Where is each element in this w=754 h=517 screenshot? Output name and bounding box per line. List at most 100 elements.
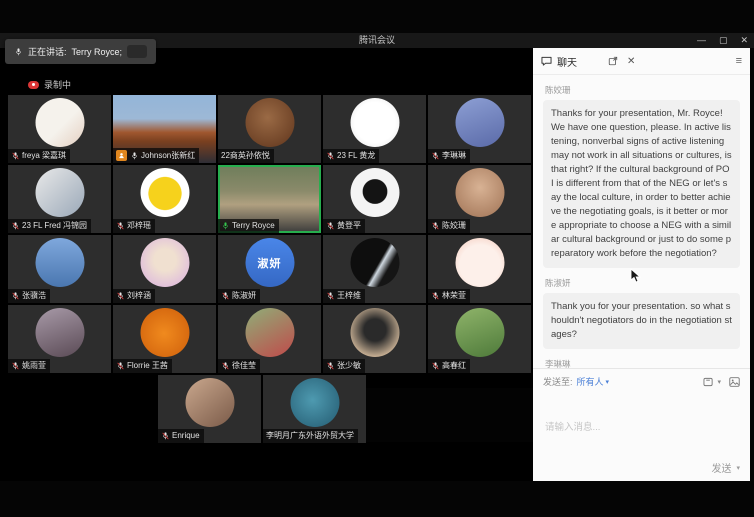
- maximize-icon[interactable]: ▢: [719, 33, 728, 48]
- participant-name-label: Terry Royce: [218, 219, 279, 233]
- participant-tile[interactable]: Enrique: [158, 375, 261, 443]
- participant-grid-bottom-row: Enrique 李明月广东外语外贸大学: [158, 375, 366, 443]
- minimize-icon[interactable]: —: [697, 33, 706, 48]
- mic-status-icon: [326, 151, 335, 161]
- avatar: [455, 308, 504, 357]
- avatar: [35, 238, 84, 287]
- avatar: 淑妍: [245, 238, 294, 287]
- avatar: [455, 98, 504, 147]
- speaking-thumbnail: [127, 45, 147, 58]
- mic-status-icon: [11, 361, 20, 371]
- participant-tile[interactable]: 刘梓涵: [113, 235, 216, 303]
- participant-name-label: 邓梓瑶: [113, 219, 155, 233]
- participant-tile[interactable]: 姚雨萱: [8, 305, 111, 373]
- participant-name-label: 22商英孙依悦: [218, 149, 274, 163]
- window-controls: — ▢ ✕: [697, 33, 748, 48]
- avatar: [35, 98, 84, 147]
- participant-name: Terry Royce: [232, 221, 275, 231]
- participant-tile[interactable]: 黄登平: [323, 165, 426, 233]
- chat-message: 李琳琳 Thanks for your inspiring lecture, P…: [543, 358, 740, 368]
- avatar: [35, 168, 84, 217]
- send-to-row: 发送至: 所有人 ▾ ▾: [543, 375, 740, 388]
- participant-name: 李琳琳: [442, 151, 466, 161]
- send-options-caret-icon[interactable]: ▾: [736, 464, 740, 472]
- participant-name: 姚雨萱: [22, 361, 46, 371]
- mic-status-icon: [221, 291, 230, 301]
- participant-tile[interactable]: 陈姣珊: [428, 165, 531, 233]
- chat-input[interactable]: [543, 395, 740, 460]
- participant-name: 张少敏: [337, 361, 361, 371]
- participant-name-label: 张少敏: [323, 359, 365, 373]
- screenshot-icon[interactable]: [703, 377, 714, 387]
- mic-status-icon: [161, 431, 170, 441]
- send-row: 发送 ▾: [543, 460, 740, 475]
- speaking-indicator: 正在讲话: Terry Royce;: [5, 39, 156, 64]
- chat-header-icons: ✕: [608, 56, 635, 67]
- participant-name-label: Enrique: [158, 429, 204, 443]
- microphone-icon: [14, 47, 23, 57]
- chat-header: 聊天 ✕ ≡: [533, 48, 750, 75]
- recording-indicator: 录制中: [28, 78, 71, 91]
- participant-tile[interactable]: 23 FL 黄龙: [323, 95, 426, 163]
- participant-name: 22商英孙依悦: [221, 151, 270, 161]
- message-sender: 李琳琳: [545, 358, 740, 368]
- avatar: [140, 308, 189, 357]
- menu-icon[interactable]: ≡: [736, 55, 742, 67]
- avatar: [350, 168, 399, 217]
- participant-name-label: 陈姣珊: [428, 219, 470, 233]
- mic-status-icon: [431, 221, 440, 231]
- message-sender: 陈姣珊: [545, 84, 740, 96]
- participant-name: 林荣萱: [442, 291, 466, 301]
- participant-name: Florrie 王茜: [127, 361, 168, 371]
- mic-status-icon: [11, 151, 20, 161]
- avatar: [290, 378, 339, 427]
- mic-status-icon: [116, 221, 125, 231]
- participant-tile[interactable]: 高春红: [428, 305, 531, 373]
- participant-tile[interactable]: 徐佳莹: [218, 305, 321, 373]
- screenshot-caret-icon[interactable]: ▾: [717, 378, 721, 386]
- participant-tile[interactable]: Terry Royce: [218, 165, 321, 233]
- participant-tile[interactable]: 张骥浩: [8, 235, 111, 303]
- popout-icon[interactable]: [608, 56, 618, 66]
- send-button[interactable]: 发送: [711, 460, 731, 475]
- participant-tile[interactable]: freya 梁嘉琪: [8, 95, 111, 163]
- participant-name-label: 高春红: [428, 359, 470, 373]
- mic-status-icon: [130, 151, 139, 161]
- participant-tile[interactable]: 23 FL Fred 冯锦园: [8, 165, 111, 233]
- image-icon[interactable]: [729, 377, 740, 387]
- chat-close-icon[interactable]: ✕: [627, 56, 635, 67]
- participant-tile[interactable]: 邓梓瑶: [113, 165, 216, 233]
- participant-name: 陈淑妍: [232, 291, 256, 301]
- mic-status-icon: [431, 361, 440, 371]
- mic-status-icon: [221, 221, 230, 231]
- recording-label: 录制中: [44, 78, 71, 91]
- avatar: [455, 168, 504, 217]
- participant-tile[interactable]: 22商英孙依悦: [218, 95, 321, 163]
- chat-title: 聊天: [557, 54, 577, 69]
- send-to-selector[interactable]: 所有人 ▾: [577, 375, 610, 388]
- participant-name-label: Florrie 王茜: [113, 359, 172, 373]
- participant-tile[interactable]: Johnson张新红: [113, 95, 216, 163]
- participant-tile[interactable]: 林荣萱: [428, 235, 531, 303]
- participant-name-label: 徐佳莹: [218, 359, 260, 373]
- message-bubble: Thank you for your presentation. so what…: [543, 293, 740, 349]
- send-to-value: 所有人: [577, 375, 604, 388]
- mic-status-icon: [116, 361, 125, 371]
- participant-tile[interactable]: 王梓维: [323, 235, 426, 303]
- participant-name-label: 23 FL 黄龙: [323, 149, 379, 163]
- participant-name-label: 张骥浩: [8, 289, 50, 303]
- participant-name: freya 梁嘉琪: [22, 151, 66, 161]
- close-icon[interactable]: ✕: [740, 33, 748, 48]
- participant-tile[interactable]: 淑妍 陈淑妍: [218, 235, 321, 303]
- participant-tile[interactable]: 张少敏: [323, 305, 426, 373]
- participant-tile[interactable]: 李琳琳: [428, 95, 531, 163]
- avatar: [350, 238, 399, 287]
- avatar: [140, 238, 189, 287]
- participant-tile[interactable]: 李明月广东外语外贸大学: [263, 375, 366, 443]
- participant-name: 高春红: [442, 361, 466, 371]
- avatar: [350, 98, 399, 147]
- chat-message-list[interactable]: 陈姣珊 Thanks for your presentation, Mr. Ro…: [533, 75, 750, 368]
- participant-name: 23 FL Fred 冯锦园: [22, 221, 87, 231]
- participant-tile[interactable]: Florrie 王茜: [113, 305, 216, 373]
- speaking-label: 正在讲话:: [28, 45, 67, 58]
